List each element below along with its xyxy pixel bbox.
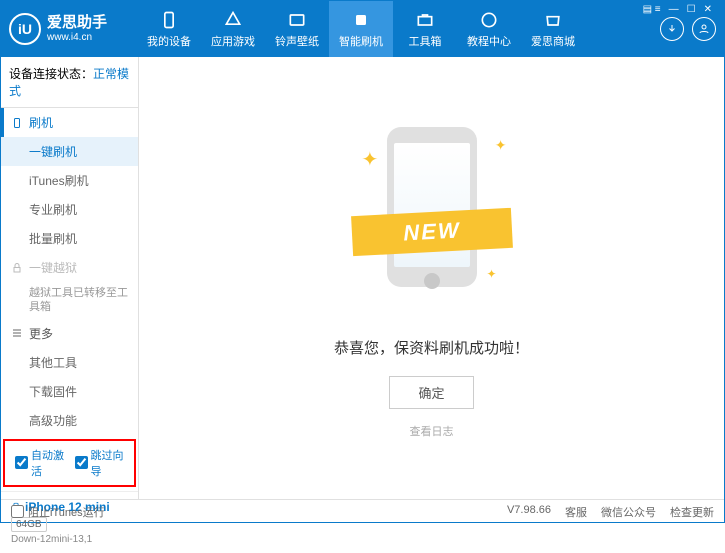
phone-icon bbox=[159, 10, 179, 30]
service-link[interactable]: 客服 bbox=[565, 504, 587, 520]
user-button[interactable] bbox=[692, 17, 716, 41]
main-content: ✦ ✦ ✦ NEW 恭喜您，保资料刷机成功啦！ 确定 查看日志 bbox=[139, 57, 724, 499]
toolbox-icon bbox=[415, 10, 435, 30]
nav-store[interactable]: 爱思商城 bbox=[521, 1, 585, 57]
sidebar-item-itunes-flash[interactable]: iTunes刷机 bbox=[1, 166, 138, 195]
tutorial-icon bbox=[479, 10, 499, 30]
nav-ringtone[interactable]: 铃声壁纸 bbox=[265, 1, 329, 57]
sidebar-group-jailbreak[interactable]: 一键越狱 bbox=[1, 253, 138, 282]
user-icon bbox=[698, 23, 710, 35]
options-row: 自动激活 跳过向导 bbox=[3, 439, 136, 487]
sidebar-item-pro-flash[interactable]: 专业刷机 bbox=[1, 195, 138, 224]
ok-button[interactable]: 确定 bbox=[389, 376, 473, 409]
sidebar-item-onekey-flash[interactable]: 一键刷机 bbox=[1, 137, 138, 166]
nav-apps[interactable]: 应用游戏 bbox=[201, 1, 265, 57]
nav-my-device[interactable]: 我的设备 bbox=[137, 1, 201, 57]
device-info: iPhone 12 mini 64GB Down-12mini-13,1 bbox=[1, 491, 138, 553]
update-link[interactable]: 检查更新 bbox=[670, 504, 714, 520]
menu-icon bbox=[11, 327, 23, 339]
device-code: Down-12mini-13,1 bbox=[11, 534, 128, 545]
minimize-icon[interactable]: — bbox=[666, 4, 682, 15]
folder-icon bbox=[287, 10, 307, 30]
flash-icon bbox=[351, 10, 371, 30]
close-icon[interactable]: ✕ bbox=[701, 4, 715, 15]
success-message: 恭喜您，保资料刷机成功啦！ bbox=[334, 337, 529, 358]
new-banner: NEW bbox=[351, 208, 513, 256]
sidebar-item-other-tools[interactable]: 其他工具 bbox=[1, 348, 138, 377]
sidebar-item-advanced[interactable]: 高级功能 bbox=[1, 406, 138, 435]
phone-icon bbox=[11, 117, 23, 129]
app-title: 爱思助手 bbox=[47, 15, 107, 32]
jailbreak-note: 越狱工具已转移至工具箱 bbox=[1, 282, 138, 319]
store-icon bbox=[543, 10, 563, 30]
logo: iU 爱思助手 www.i4.cn bbox=[9, 13, 107, 45]
menu-icon[interactable]: ▤ ≡ bbox=[640, 4, 664, 15]
app-header: iU 爱思助手 www.i4.cn 我的设备 应用游戏 铃声壁纸 智能刷机 工具… bbox=[1, 1, 724, 57]
skip-wizard-checkbox[interactable]: 跳过向导 bbox=[75, 447, 125, 479]
connection-status: 设备连接状态：正常模式 bbox=[1, 57, 138, 108]
app-url: www.i4.cn bbox=[47, 32, 107, 43]
success-illustration: ✦ ✦ ✦ NEW bbox=[362, 117, 502, 317]
nav-flash[interactable]: 智能刷机 bbox=[329, 1, 393, 57]
download-icon bbox=[666, 23, 678, 35]
sidebar-group-more[interactable]: 更多 bbox=[1, 319, 138, 348]
maximize-icon[interactable]: ☐ bbox=[684, 4, 699, 15]
nav-toolbox[interactable]: 工具箱 bbox=[393, 1, 457, 57]
sidebar-item-download-fw[interactable]: 下载固件 bbox=[1, 377, 138, 406]
top-nav: 我的设备 应用游戏 铃声壁纸 智能刷机 工具箱 教程中心 爱思商城 bbox=[137, 1, 652, 57]
window-controls: ▤ ≡ — ☐ ✕ bbox=[640, 4, 715, 15]
sidebar-item-batch-flash[interactable]: 批量刷机 bbox=[1, 224, 138, 253]
lock-icon bbox=[11, 262, 23, 274]
block-itunes-checkbox[interactable]: 阻止iTunes运行 bbox=[11, 504, 105, 520]
nav-tutorial[interactable]: 教程中心 bbox=[457, 1, 521, 57]
auto-activate-checkbox[interactable]: 自动激活 bbox=[15, 447, 65, 479]
version-label: V7.98.66 bbox=[507, 504, 551, 520]
download-button[interactable] bbox=[660, 17, 684, 41]
logo-icon: iU bbox=[9, 13, 41, 45]
wechat-link[interactable]: 微信公众号 bbox=[601, 504, 656, 520]
sidebar: 设备连接状态：正常模式 刷机 一键刷机 iTunes刷机 专业刷机 批量刷机 一… bbox=[1, 57, 139, 499]
sidebar-group-flash[interactable]: 刷机 bbox=[1, 108, 138, 137]
apps-icon bbox=[223, 10, 243, 30]
view-log-link[interactable]: 查看日志 bbox=[410, 423, 454, 439]
